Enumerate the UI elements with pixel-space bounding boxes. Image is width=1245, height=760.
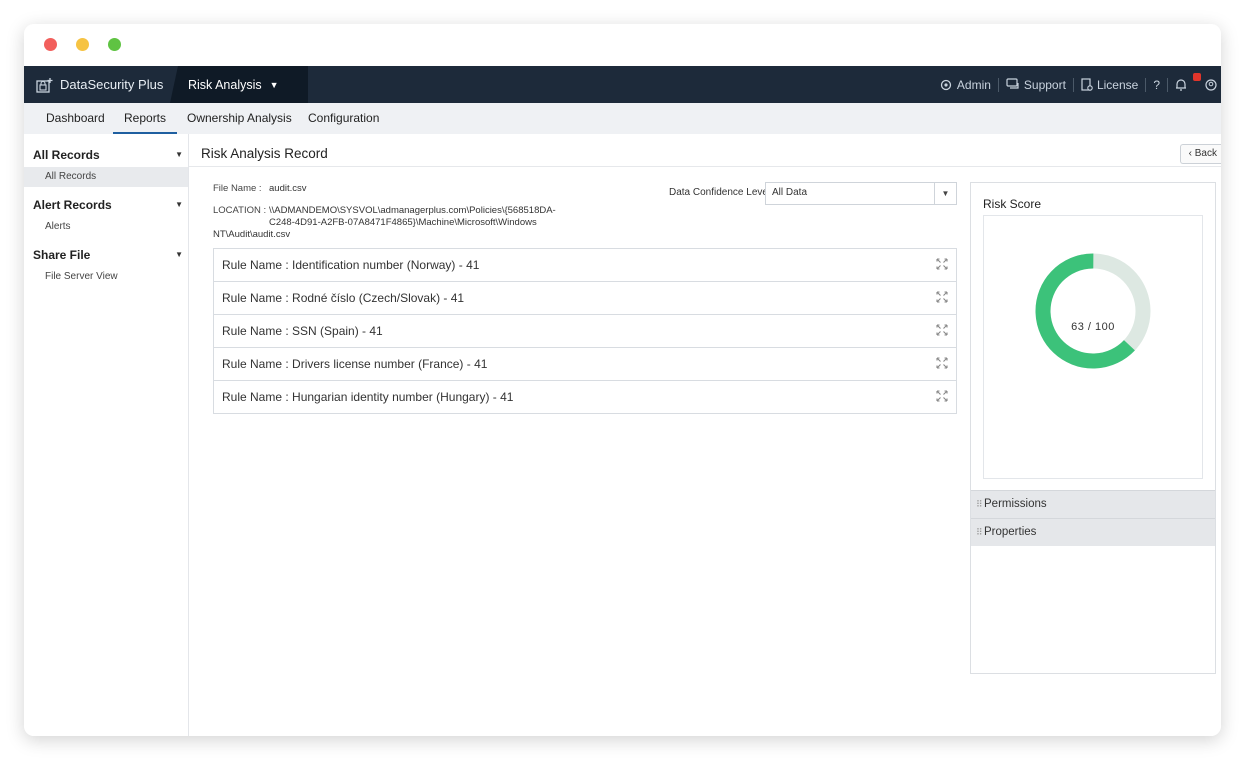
rule-list: Rule Name : Identification number (Norwa… <box>213 248 957 414</box>
sidebar-item-label: File Server View <box>45 271 118 282</box>
admin-label: Admin <box>956 77 991 92</box>
rule-row[interactable]: Rule Name : Identification number (Norwa… <box>213 248 957 282</box>
sidebar-section-all-records[interactable]: All Records ▼ <box>33 148 183 162</box>
sidebar-section-label: Alert Records <box>33 198 112 212</box>
user-circle-icon <box>1205 78 1217 91</box>
support-label: Support <box>1023 77 1066 92</box>
sidebar-section-label: Share File <box>33 248 91 262</box>
brand-name: DataSecurity Plus <box>60 77 164 92</box>
drag-handle-icon: ⠿ <box>976 527 983 537</box>
sidebar: All Records ▼ All Records Alert Records … <box>24 134 189 736</box>
notifications-button[interactable] <box>1168 72 1201 92</box>
chevron-down-icon: ▼ <box>175 250 183 259</box>
permissions-label: Permissions <box>984 498 1047 510</box>
sidebar-item-all-records[interactable]: All Records <box>24 167 188 187</box>
bell-icon <box>1176 78 1186 91</box>
expand-icon[interactable] <box>936 390 948 402</box>
properties-accordion[interactable]: ⠿Properties <box>971 518 1215 546</box>
risk-score-panel: Risk Score 63 / 100 ⠿Permissions ⠿Proper… <box>970 182 1216 674</box>
rule-row[interactable]: Rule Name : SSN (Spain) - 41 <box>213 315 957 348</box>
user-profile-button[interactable] <box>1198 78 1221 91</box>
risk-score-donut <box>1035 253 1151 369</box>
page-title: Risk Analysis Record <box>201 146 328 161</box>
chevron-down-icon[interactable]: ▼ <box>934 183 956 204</box>
lock-folder-icon <box>36 77 53 93</box>
data-confidence-label: Data Confidence Level <box>669 187 771 198</box>
sidebar-item-file-server-view[interactable]: File Server View <box>24 267 188 287</box>
back-label: Back <box>1194 148 1217 159</box>
expand-icon[interactable] <box>936 357 948 369</box>
top-right-menu: Admin Support License ? <box>932 66 1221 103</box>
properties-label: Properties <box>984 526 1037 538</box>
main-content: Risk Analysis Record ‹ Back File Name : … <box>189 134 1221 736</box>
location-line: NT\Audit\audit.csv <box>213 229 291 240</box>
support-menu[interactable]: Support <box>999 78 1073 92</box>
sidebar-item-label: Alerts <box>45 221 71 232</box>
chevron-left-icon: ‹ <box>1188 148 1192 159</box>
location-label: LOCATION : <box>213 205 267 216</box>
location-value: \\ADMANDEMO\SYSVOL\admanagerplus.com\Pol… <box>213 205 569 241</box>
module-selector[interactable]: Risk Analysis ▼ <box>170 66 308 103</box>
help-button[interactable]: ? <box>1146 78 1167 92</box>
minimize-window-button[interactable] <box>76 38 89 51</box>
maximize-window-button[interactable] <box>108 38 121 51</box>
tab-reports[interactable]: Reports <box>113 103 178 134</box>
back-button[interactable]: ‹ Back <box>1179 144 1221 164</box>
tab-ownership-analysis[interactable]: Ownership Analysis <box>176 103 303 134</box>
top-navbar: DataSecurity Plus Risk Analysis ▼ Admin … <box>24 66 1221 103</box>
data-confidence-value: All Data <box>772 187 808 198</box>
tab-configuration[interactable]: Configuration <box>297 103 390 134</box>
rule-row[interactable]: Rule Name : Hungarian identity number (H… <box>213 381 957 414</box>
permissions-accordion[interactable]: ⠿Permissions <box>971 490 1215 518</box>
license-label: License <box>1096 77 1139 92</box>
divider <box>189 166 1221 167</box>
notification-badge <box>1193 72 1201 81</box>
chevron-down-icon: ▼ <box>269 79 279 90</box>
app-window: DataSecurity Plus Risk Analysis ▼ Admin … <box>24 24 1221 736</box>
main-tabs: Dashboard Reports Ownership Analysis Con… <box>24 103 1221 135</box>
location-line: \\ADMANDEMO\SYSVOL\admanagerplus.com\Pol… <box>269 205 556 216</box>
location-line: C248-4D91-A2FB-07A8471F4865}\Machine\Mic… <box>269 217 537 228</box>
risk-score-chart-box: 63 / 100 <box>983 215 1203 479</box>
drag-handle-icon: ⠿ <box>976 499 983 509</box>
admin-gear-icon <box>940 79 952 90</box>
rule-row[interactable]: Rule Name : Drivers license number (Fran… <box>213 348 957 381</box>
rule-name: Rule Name : SSN (Spain) - 41 <box>222 324 383 338</box>
tab-dashboard[interactable]: Dashboard <box>35 103 116 134</box>
module-label: Risk Analysis <box>188 77 262 92</box>
help-icon: ? <box>1153 77 1160 92</box>
expand-icon[interactable] <box>936 324 948 336</box>
rule-name: Rule Name : Hungarian identity number (H… <box>222 390 514 404</box>
sidebar-item-alerts[interactable]: Alerts <box>24 217 188 237</box>
expand-icon[interactable] <box>936 291 948 303</box>
window-titlebar <box>24 24 1221 66</box>
admin-menu[interactable]: Admin <box>932 78 998 92</box>
rule-name: Rule Name : Drivers license number (Fran… <box>222 357 488 371</box>
close-window-button[interactable] <box>44 38 57 51</box>
brand-logo[interactable]: DataSecurity Plus <box>36 66 182 103</box>
rule-name: Rule Name : Identification number (Norwa… <box>222 258 480 272</box>
risk-score-title: Risk Score <box>983 197 1042 211</box>
file-name-label: File Name : <box>213 183 262 194</box>
sidebar-section-label: All Records <box>33 148 100 162</box>
chevron-down-icon: ▼ <box>175 150 183 159</box>
rule-name: Rule Name : Rodné číslo (Czech/Slovak) -… <box>222 291 465 305</box>
license-document-icon <box>1081 77 1093 91</box>
data-confidence-select[interactable]: All Data ▼ <box>765 182 957 205</box>
license-menu[interactable]: License <box>1074 78 1145 92</box>
sidebar-section-alert-records[interactable]: Alert Records ▼ <box>33 198 183 212</box>
rule-row[interactable]: Rule Name : Rodné číslo (Czech/Slovak) -… <box>213 282 957 315</box>
chat-icon <box>1006 78 1019 89</box>
risk-score-value: 63 / 100 <box>1071 321 1115 333</box>
sidebar-item-label: All Records <box>45 171 97 182</box>
expand-icon[interactable] <box>936 258 948 270</box>
sidebar-section-share-file[interactable]: Share File ▼ <box>33 248 183 262</box>
file-name-value: audit.csv <box>269 183 307 194</box>
chevron-down-icon: ▼ <box>175 200 183 209</box>
